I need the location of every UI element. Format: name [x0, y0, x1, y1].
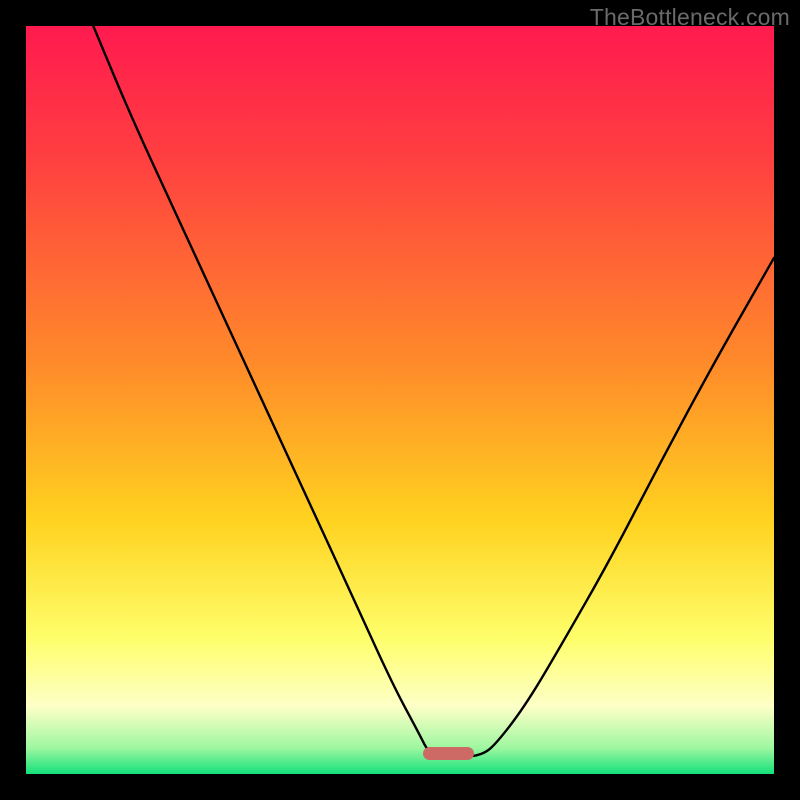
- plot-area: [26, 26, 774, 774]
- bottleneck-curve: [26, 26, 774, 774]
- optimal-range-marker: [423, 747, 474, 760]
- chart-stage: TheBottleneck.com: [0, 0, 800, 800]
- watermark-text: TheBottleneck.com: [590, 4, 790, 31]
